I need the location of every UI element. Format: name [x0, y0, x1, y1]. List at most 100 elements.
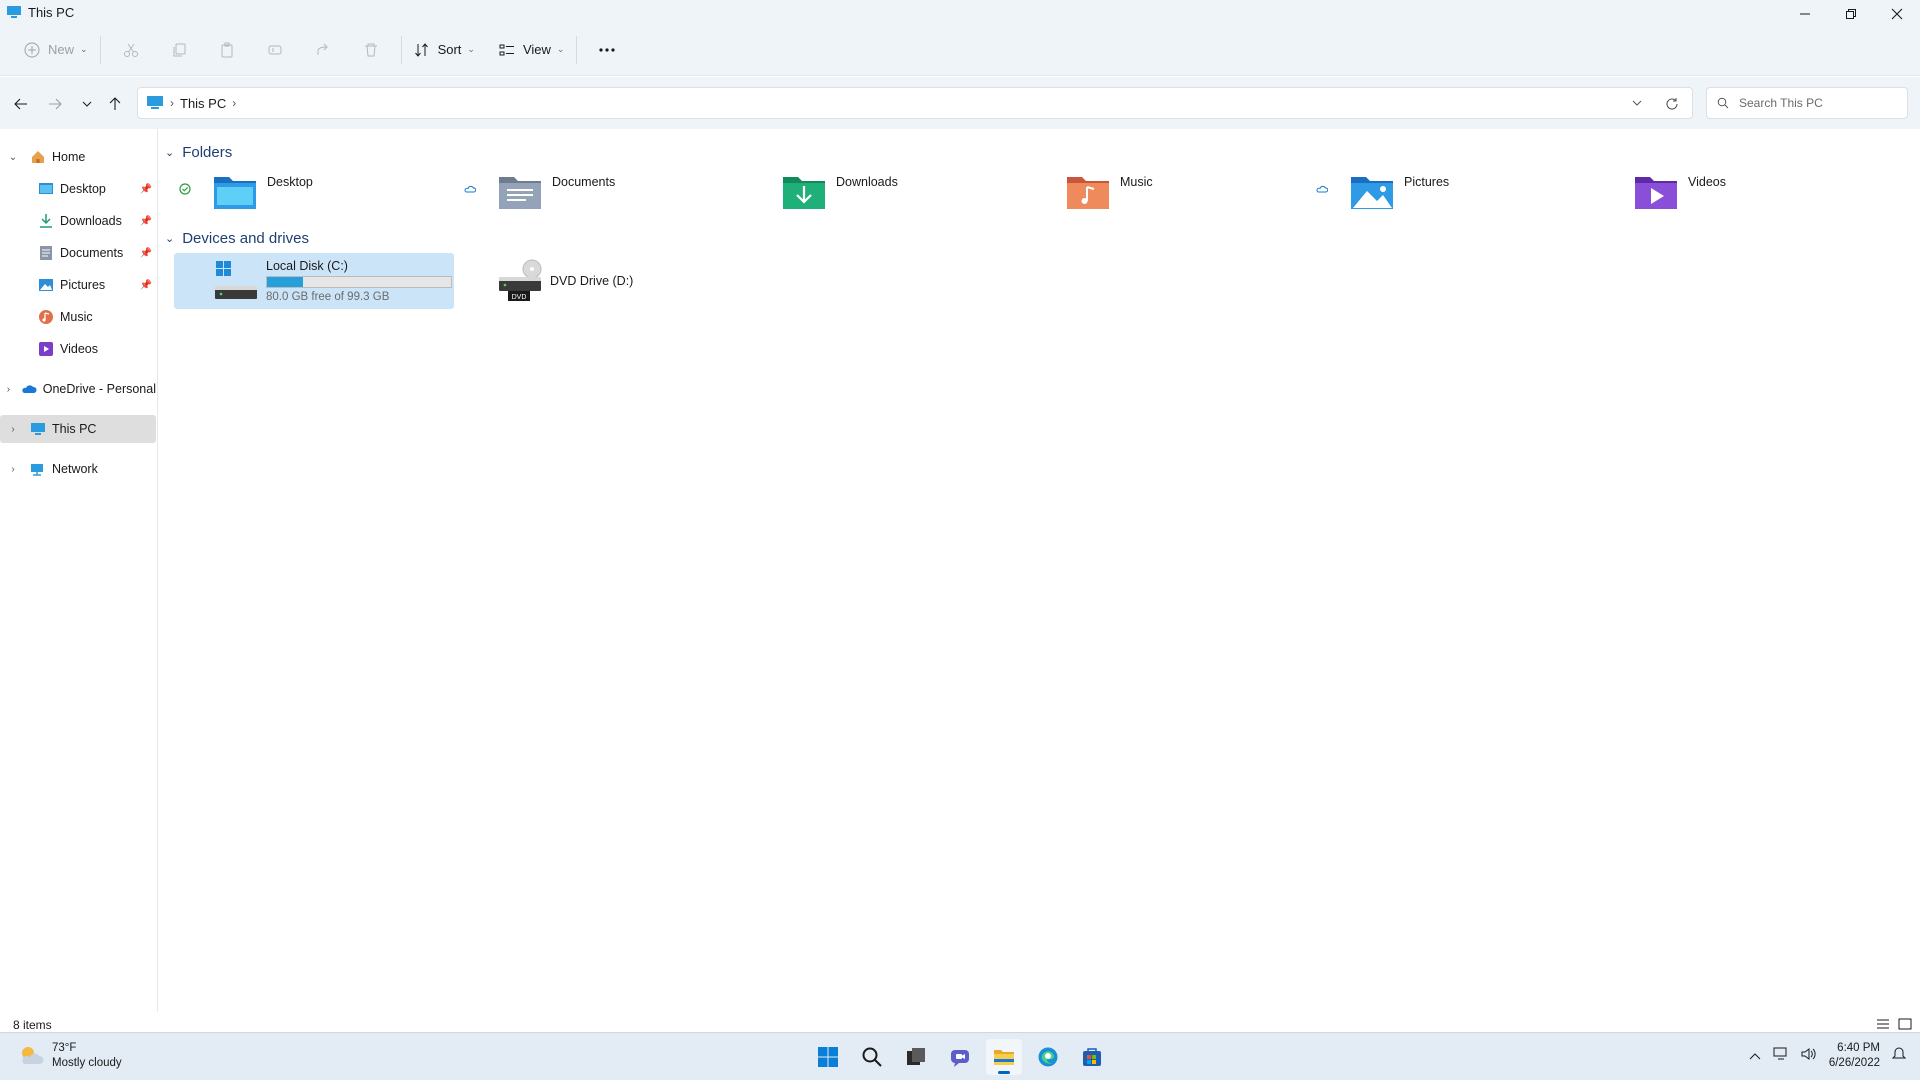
file-explorer-icon [994, 1050, 1014, 1065]
drive-dvd-d[interactable]: DVD DVD Drive (D:) [458, 253, 738, 309]
nav-label: Videos [60, 342, 98, 356]
recent-locations-button[interactable] [72, 89, 102, 119]
folder-name: Documents [552, 175, 616, 189]
notifications-button[interactable] [1891, 1046, 1907, 1066]
folder-music[interactable]: Music [1066, 171, 1306, 211]
sort-button[interactable]: Sort ⌄ [408, 33, 481, 67]
nav-item-onedrive[interactable]: › OneDrive - Personal [0, 375, 156, 403]
more-icon [599, 47, 616, 52]
start-button[interactable] [810, 1039, 846, 1075]
chevron-right-icon[interactable]: › [6, 424, 20, 435]
clock-button[interactable]: 6:40 PM 6/26/2022 [1829, 1041, 1880, 1071]
file-explorer-window: This PC New ⌄ Sort ⌄ View ⌄ › This PC › … [0, 0, 1920, 1080]
new-label: New [48, 42, 75, 57]
file-explorer-button[interactable] [986, 1039, 1022, 1075]
drive-usage-bar [266, 276, 452, 288]
folder-pictures[interactable]: Pictures [1316, 171, 1590, 211]
folder-name: Music [1120, 175, 1153, 189]
view-button[interactable]: View ⌄ [493, 33, 571, 67]
details-view-icon [1877, 1019, 1889, 1028]
up-button[interactable] [100, 89, 130, 119]
back-button[interactable] [6, 89, 36, 119]
documents-icon [499, 177, 541, 209]
home-icon [30, 149, 46, 165]
search-input[interactable] [1739, 96, 1889, 110]
folders-section-header[interactable]: ⌄ Folders [165, 141, 232, 163]
pictures-icon [38, 277, 54, 293]
sort-label: Sort [437, 42, 462, 57]
drive-local-disk-c[interactable]: Local Disk (C:) 80.0 GB free of 99.3 GB [174, 253, 454, 309]
nav-label: Music [60, 310, 93, 324]
chevron-right-icon: › [170, 96, 174, 110]
nav-item-desktop[interactable]: Desktop 📌 [0, 175, 156, 203]
nav-item-music[interactable]: Music [0, 303, 156, 331]
nav-label: Home [52, 150, 86, 164]
chevron-right-icon[interactable]: › [6, 384, 11, 395]
search-box[interactable] [1706, 87, 1908, 119]
clock-date: 6/26/2022 [1828, 1057, 1880, 1069]
volume-button[interactable] [1801, 1047, 1817, 1066]
task-view-icon [907, 1048, 925, 1065]
cloud-icon [462, 181, 478, 197]
folder-videos[interactable]: Videos [1634, 171, 1874, 211]
drive-usage-fill [267, 277, 303, 287]
see-more-button[interactable] [583, 33, 631, 67]
search-button[interactable] [854, 1039, 890, 1075]
teams-chat-icon [951, 1050, 969, 1067]
rename-button[interactable] [251, 33, 299, 67]
folder-desktop[interactable]: Desktop [179, 171, 453, 211]
tiles-view-icon [1898, 1018, 1912, 1029]
sort-icon [414, 42, 428, 57]
nav-item-this-pc[interactable]: › This PC [0, 415, 156, 443]
nav-label: OneDrive - Personal [42, 382, 156, 396]
arrow-left-icon [14, 98, 27, 110]
address-history-button[interactable] [1622, 88, 1652, 118]
nav-item-home[interactable]: ⌄ Home [0, 143, 156, 171]
section-title: Devices and drives [182, 229, 309, 247]
chevron-up-icon [1749, 1053, 1761, 1060]
chevron-right-icon[interactable]: › [6, 464, 20, 475]
copy-button[interactable] [155, 33, 203, 67]
this-pc-icon [147, 96, 163, 109]
share-button[interactable] [299, 33, 347, 67]
arrow-up-icon [109, 97, 121, 110]
chat-button[interactable] [942, 1039, 978, 1075]
chevron-down-icon [1632, 100, 1642, 106]
arrow-right-icon [49, 98, 62, 110]
delete-button[interactable] [347, 33, 395, 67]
address-bar[interactable]: › This PC › [137, 87, 1693, 119]
edge-button[interactable] [1030, 1039, 1066, 1075]
weather-widget[interactable]: 73°F Mostly cloudy [18, 1041, 122, 1071]
dvd-label: DVD [512, 294, 527, 301]
cut-button[interactable] [107, 33, 155, 67]
partly-cloudy-icon [22, 1047, 44, 1064]
view-icon [499, 44, 514, 55]
task-view-button[interactable] [898, 1039, 934, 1075]
nav-item-videos[interactable]: Videos [0, 335, 156, 363]
new-button[interactable]: New ⌄ [18, 33, 94, 67]
paste-button[interactable] [203, 33, 251, 67]
show-hidden-icons-button[interactable] [1749, 1047, 1761, 1065]
nav-item-downloads[interactable]: Downloads 📌 [0, 207, 156, 235]
chevron-down-icon[interactable]: ⌄ [6, 152, 20, 163]
paste-icon [221, 42, 233, 57]
chevron-right-icon[interactable]: › [232, 96, 236, 110]
nav-item-network[interactable]: › Network [0, 455, 156, 483]
details-view-button[interactable] [1876, 1018, 1890, 1033]
nav-item-pictures[interactable]: Pictures 📌 [0, 271, 156, 299]
cut-icon [123, 43, 138, 57]
nav-item-documents[interactable]: Documents 📌 [0, 239, 156, 267]
drives-section-header[interactable]: ⌄ Devices and drives [165, 227, 309, 249]
store-button[interactable] [1074, 1039, 1110, 1075]
volume-icon [1801, 1047, 1816, 1060]
folder-downloads[interactable]: Downloads [782, 171, 1022, 211]
folder-documents[interactable]: Documents [464, 171, 738, 211]
breadcrumb-this-pc[interactable]: This PC [180, 96, 226, 111]
music-icon [38, 309, 54, 325]
tiles-view-button[interactable] [1898, 1018, 1912, 1033]
toolbar-divider [99, 35, 101, 64]
microsoft-store-icon [1083, 1048, 1101, 1066]
refresh-button[interactable] [1656, 88, 1686, 118]
forward-button[interactable] [40, 89, 70, 119]
network-status-button[interactable] [1773, 1047, 1789, 1066]
